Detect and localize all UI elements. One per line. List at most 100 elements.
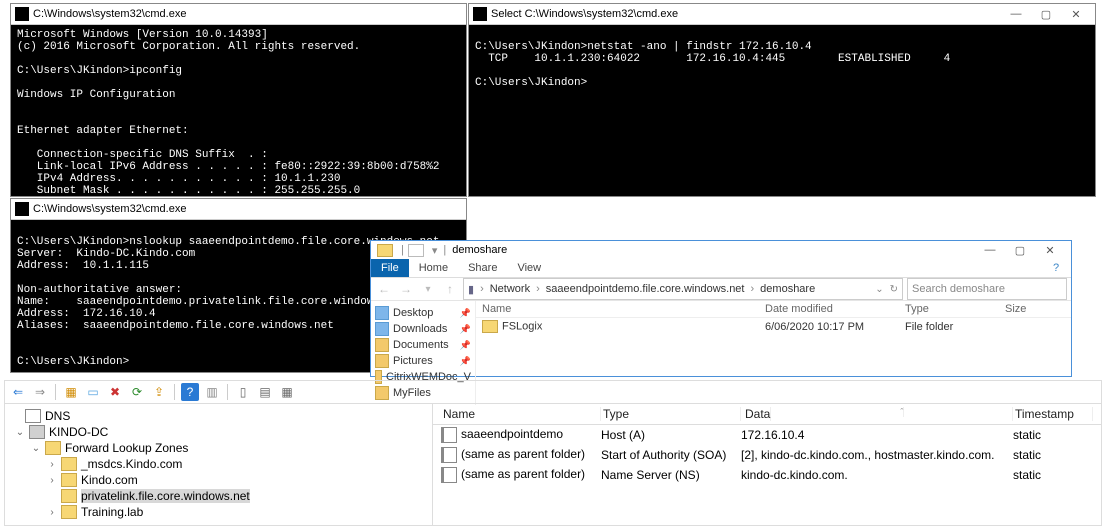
search-placeholder: Search demoshare <box>912 283 1005 295</box>
nav-history-button[interactable]: ▾ <box>419 280 437 298</box>
cmd-icon <box>15 202 29 216</box>
quick-item-documents[interactable]: Documents📌 <box>373 337 473 353</box>
file-name: FSLogix <box>502 320 542 332</box>
titlebar[interactable]: | ▾ | demoshare — ▢ ✕ <box>371 241 1071 259</box>
quick-item-desktop[interactable]: Desktop📌 <box>373 305 473 321</box>
tree-zone[interactable]: ›_msdcs.Kindo.com <box>11 456 426 472</box>
help-icon[interactable]: ? <box>1041 259 1071 277</box>
folder-icon <box>377 244 393 257</box>
table-row[interactable]: (same as parent folder) Start of Authori… <box>433 445 1101 465</box>
quick-item-pictures[interactable]: Pictures📌 <box>373 353 473 369</box>
file-type: File folder <box>905 321 1005 333</box>
zone-icon <box>61 489 77 503</box>
dns-icon <box>25 409 41 423</box>
record-icon <box>441 467 457 483</box>
separator: ▾ <box>432 244 438 257</box>
nav-back-button[interactable]: ⇐ <box>9 383 27 401</box>
dns-records-table[interactable]: Name Type Dataˆ Timestamp saaeendpointde… <box>433 404 1101 525</box>
toolbar-new-icon[interactable]: ▦ <box>62 383 80 401</box>
toolbar-refresh-icon[interactable]: ⟳ <box>128 383 146 401</box>
toolbar-detail-icon[interactable]: ▦ <box>278 383 296 401</box>
tree-zones-folder[interactable]: ⌄Forward Lookup Zones <box>11 440 426 456</box>
toolbar-export-icon[interactable]: ⇪ <box>150 383 168 401</box>
maximize-button[interactable]: ▢ <box>1005 241 1035 259</box>
list-item[interactable]: FSLogix 6/06/2020 10:17 PM File folder <box>476 318 1071 335</box>
doc-icon <box>408 244 424 257</box>
separator: | <box>443 244 446 256</box>
col-date[interactable]: Date modified <box>765 303 905 315</box>
titlebar[interactable]: C:\Windows\system32\cmd.exe <box>11 199 466 220</box>
dns-tree[interactable]: DNS ⌄KINDO-DC ⌄Forward Lookup Zones ›_ms… <box>5 404 433 525</box>
server-icon <box>29 425 45 439</box>
tab-home[interactable]: Home <box>409 259 458 277</box>
crumb-host[interactable]: saaeendpointdemo.file.core.windows.net <box>546 283 745 295</box>
maximize-button[interactable]: ▢ <box>1031 5 1061 23</box>
nav-back-button[interactable]: ← <box>375 280 393 298</box>
window-title: C:\Windows\system32\cmd.exe <box>33 203 186 215</box>
close-button[interactable]: ✕ <box>1035 241 1065 259</box>
toolbar-help-icon[interactable]: ? <box>181 383 199 401</box>
tree-zone[interactable]: ›Kindo.com <box>11 472 426 488</box>
quick-item-downloads[interactable]: Downloads📌 <box>373 321 473 337</box>
sort-asc-icon: ˆ <box>898 407 904 417</box>
file-explorer-window[interactable]: | ▾ | demoshare — ▢ ✕ File Home Share Vi… <box>370 240 1072 377</box>
column-headers[interactable]: Name Date modified Type Size <box>476 301 1071 318</box>
toolbar-view-icon[interactable]: ▭ <box>84 383 102 401</box>
toolbar-list-icon[interactable]: ▤ <box>256 383 274 401</box>
folder-icon <box>482 320 498 333</box>
nav-forward-button[interactable]: ⇒ <box>31 383 49 401</box>
cmd-window-netstat[interactable]: Select C:\Windows\system32\cmd.exe — ▢ ✕… <box>468 3 1096 197</box>
zone-icon <box>61 505 77 519</box>
table-row[interactable]: saaeendpointdemo Host (A) 172.16.10.4 st… <box>433 425 1101 445</box>
close-button[interactable]: ✕ <box>1061 5 1091 23</box>
separator: | <box>401 244 404 256</box>
col-name[interactable]: Name <box>482 303 765 315</box>
terminal-output[interactable]: C:\Users\JKindon>netstat -ano | findstr … <box>469 25 1095 196</box>
cmd-window-ipconfig[interactable]: C:\Windows\system32\cmd.exe Microsoft Wi… <box>10 3 467 197</box>
column-headers[interactable]: Name Type Dataˆ Timestamp <box>433 404 1101 425</box>
tree-server[interactable]: ⌄KINDO-DC <box>11 424 426 440</box>
file-date: 6/06/2020 10:17 PM <box>765 321 905 333</box>
toolbar: ⇐ ⇒ ▦ ▭ ✖ ⟳ ⇪ ? ▥ ▯ ▤ ▦ <box>4 380 1102 404</box>
crumb-folder[interactable]: demoshare <box>760 283 815 295</box>
table-row[interactable]: (same as parent folder) Name Server (NS)… <box>433 465 1101 485</box>
zone-icon <box>61 473 77 487</box>
tab-view[interactable]: View <box>507 259 551 277</box>
address-bar: ← → ▾ ↑ ▮ › Network › saaeendpointdemo.f… <box>371 278 1071 301</box>
dns-manager: ⇐ ⇒ ▦ ▭ ✖ ⟳ ⇪ ? ▥ ▯ ▤ ▦ DNS ⌄KINDO-DC ⌄F… <box>4 380 1102 525</box>
col-ts[interactable]: Timestamp <box>1013 407 1093 421</box>
col-data[interactable]: Dataˆ <box>741 407 1013 421</box>
tab-share[interactable]: Share <box>458 259 507 277</box>
record-icon <box>441 427 457 443</box>
toolbar-delete-icon[interactable]: ✖ <box>106 383 124 401</box>
network-icon: ▮ <box>468 283 474 296</box>
terminal-output[interactable]: Microsoft Windows [Version 10.0.14393] (… <box>11 25 466 196</box>
refresh-icon[interactable]: ↻ <box>890 284 898 295</box>
crumb-root[interactable]: Network <box>490 283 530 295</box>
toolbar-props-icon[interactable]: ▥ <box>203 383 221 401</box>
ribbon-tabs: File Home Share View ? <box>371 259 1071 278</box>
window-title: Select C:\Windows\system32\cmd.exe <box>491 8 678 20</box>
window-title: demoshare <box>452 244 507 256</box>
zone-icon <box>61 457 77 471</box>
minimize-button[interactable]: — <box>1001 5 1031 23</box>
col-type[interactable]: Type <box>601 407 741 421</box>
breadcrumb[interactable]: ▮ › Network › saaeendpointdemo.file.core… <box>463 278 903 300</box>
col-size[interactable]: Size <box>1005 303 1065 315</box>
tree-zone[interactable]: ›Training.lab <box>11 504 426 520</box>
tree-root[interactable]: DNS <box>11 408 426 424</box>
col-name[interactable]: Name <box>441 407 601 421</box>
nav-up-button[interactable]: ↑ <box>441 280 459 298</box>
minimize-button[interactable]: — <box>975 241 1005 259</box>
search-input[interactable]: Search demoshare <box>907 278 1067 300</box>
nav-forward-button[interactable]: → <box>397 280 415 298</box>
record-icon <box>441 447 457 463</box>
titlebar[interactable]: C:\Windows\system32\cmd.exe <box>11 4 466 25</box>
titlebar[interactable]: Select C:\Windows\system32\cmd.exe — ▢ ✕ <box>469 4 1095 25</box>
tree-zone-selected[interactable]: privatelink.file.core.windows.net <box>11 488 426 504</box>
tab-file[interactable]: File <box>371 259 409 277</box>
toolbar-server-icon[interactable]: ▯ <box>234 383 252 401</box>
col-type[interactable]: Type <box>905 303 1005 315</box>
cmd-icon <box>15 7 29 21</box>
folder-icon <box>45 441 61 455</box>
